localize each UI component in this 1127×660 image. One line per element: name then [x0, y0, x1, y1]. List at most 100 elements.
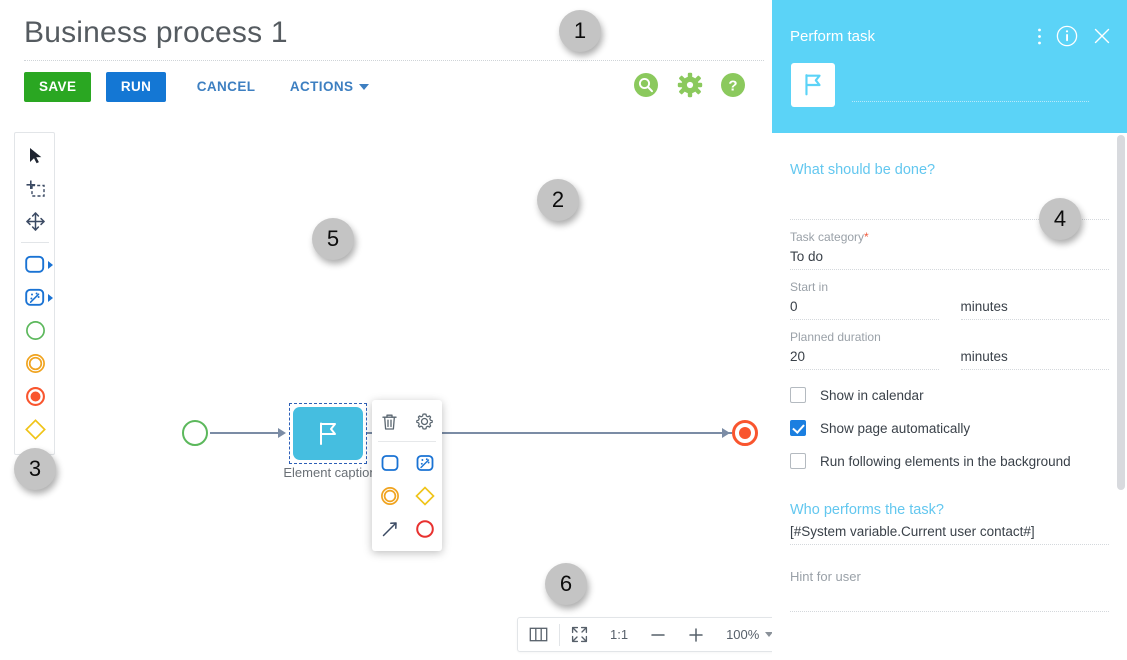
help-icon[interactable]: ?	[720, 72, 746, 98]
svg-text:?: ?	[728, 78, 737, 95]
process-canvas[interactable]: Element caption	[70, 120, 770, 600]
performer-input[interactable]: [#System variable.Current user contact#]	[790, 524, 1109, 545]
annotation-badge-2: 2	[537, 179, 579, 221]
checkbox-show-in-calendar[interactable]: Show in calendar	[790, 387, 1109, 403]
script-task-flyout-arrow-icon[interactable]	[48, 293, 53, 302]
context-menu-divider	[378, 441, 436, 442]
pointer-tool-icon[interactable]	[15, 139, 56, 172]
hint-for-user-input[interactable]	[790, 611, 1109, 612]
connector-arrowhead-icon	[278, 428, 286, 438]
checkbox-box[interactable]	[790, 453, 806, 469]
close-icon[interactable]	[1092, 26, 1112, 51]
start-in-label: Start in	[790, 280, 829, 294]
zoom-in-button[interactable]	[677, 618, 715, 651]
end-event-shape-icon[interactable]	[15, 380, 56, 413]
hint-for-user-label: Hint for user	[790, 569, 861, 584]
checkbox-label: Show page automatically	[820, 420, 971, 436]
start-event-node[interactable]	[182, 420, 208, 446]
task-shape[interactable]	[293, 407, 363, 460]
task-shape-icon[interactable]	[372, 446, 407, 479]
panel-header: Perform task	[772, 0, 1127, 133]
actions-dropdown[interactable]: ACTIONS	[282, 72, 378, 102]
script-task-shape-icon[interactable]	[407, 446, 442, 479]
intermediate-event-shape-icon[interactable]	[15, 347, 56, 380]
checkbox-box[interactable]	[790, 387, 806, 403]
columns-layout-icon[interactable]	[518, 618, 559, 651]
field-planned-duration: Planned duration 20 minutes	[790, 330, 1109, 370]
required-asterisk: *	[864, 230, 869, 244]
info-icon[interactable]	[1056, 25, 1078, 52]
context-menu-row-shapes-2	[372, 479, 442, 512]
chevron-down-icon	[359, 84, 370, 91]
field-start-in: Start in 0 minutes	[790, 280, 1109, 320]
perform-task-node[interactable]	[289, 403, 367, 464]
task-shape-icon[interactable]	[15, 248, 56, 281]
title-divider	[24, 60, 764, 61]
checkbox-box[interactable]	[790, 420, 806, 436]
panel-header-actions	[1037, 25, 1112, 52]
connector-arrowhead-icon-2	[722, 428, 730, 438]
cancel-button[interactable]: CANCEL	[189, 72, 264, 102]
task-category-value[interactable]: To do	[790, 249, 1109, 270]
section-heading-who: Who performs the task?	[790, 502, 944, 518]
properties-panel: Perform task What should be done? Task c…	[772, 0, 1127, 660]
zoom-out-button[interactable]	[639, 618, 677, 651]
start-event-shape-icon[interactable]	[15, 314, 56, 347]
zoom-level-label: 100%	[726, 627, 760, 642]
marquee-select-tool-icon[interactable]	[15, 172, 56, 205]
context-menu-row-shapes-1	[372, 446, 442, 479]
actual-size-button[interactable]: 1:1	[599, 618, 639, 651]
annotation-badge-5: 5	[312, 218, 354, 260]
checkbox-label: Show in calendar	[820, 387, 924, 403]
fit-to-screen-icon[interactable]	[560, 618, 599, 651]
delete-icon[interactable]	[372, 405, 407, 438]
planned-duration-input[interactable]: 20	[790, 349, 939, 370]
end-event-node[interactable]	[732, 420, 758, 446]
editor-area: Business process 1 SAVE RUN CANCEL ACTIO…	[0, 0, 786, 660]
context-menu-row-shapes-3	[372, 512, 442, 545]
kebab-menu-icon[interactable]	[1037, 27, 1042, 51]
panel-scrollbar[interactable]	[1117, 135, 1125, 490]
end-event-shape-icon[interactable]	[407, 512, 442, 545]
panel-title: Perform task	[790, 28, 876, 45]
flag-icon	[805, 74, 821, 96]
flag-icon	[320, 422, 336, 445]
settings-gear-icon[interactable]	[407, 405, 442, 438]
checkbox-show-page-automatically[interactable]: Show page automatically	[790, 420, 1109, 436]
annotation-badge-6: 6	[545, 563, 587, 605]
connector-arrow-icon[interactable]	[372, 512, 407, 545]
checkbox-run-following-in-background[interactable]: Run following elements in the background	[790, 453, 1109, 469]
header-icon-group: ?	[620, 72, 746, 98]
element-context-menu	[372, 400, 442, 551]
save-button[interactable]: SAVE	[24, 72, 92, 102]
section-heading-what: What should be done?	[790, 162, 936, 178]
shape-palette	[14, 132, 55, 455]
pan-move-tool-icon[interactable]	[15, 205, 56, 238]
field-performer: [#System variable.Current user contact#]	[790, 524, 1109, 545]
start-in-unit[interactable]: minutes	[960, 299, 1109, 320]
planned-duration-label: Planned duration	[790, 330, 881, 344]
connector-start-to-task[interactable]	[210, 432, 280, 434]
annotation-badge-1: 1	[559, 10, 601, 52]
annotation-badge-4: 4	[1039, 198, 1081, 240]
zoom-toolbar: 1:1 100%	[517, 617, 786, 652]
process-designer-window: Business process 1 SAVE RUN CANCEL ACTIO…	[0, 0, 1127, 660]
search-icon[interactable]	[633, 72, 659, 98]
palette-divider	[20, 242, 49, 243]
annotation-badge-3: 3	[14, 448, 56, 490]
gateway-shape-icon[interactable]	[407, 479, 442, 512]
gateway-shape-icon[interactable]	[15, 413, 56, 446]
checkbox-label: Run following elements in the background	[820, 453, 1071, 469]
script-task-shape-icon[interactable]	[15, 281, 56, 314]
element-name-input[interactable]	[852, 88, 1089, 102]
task-flyout-arrow-icon[interactable]	[48, 260, 53, 269]
planned-duration-unit[interactable]: minutes	[960, 349, 1109, 370]
intermediate-event-shape-icon[interactable]	[372, 479, 407, 512]
element-type-tile[interactable]	[791, 63, 835, 107]
gear-icon[interactable]	[677, 72, 703, 98]
start-in-input[interactable]: 0	[790, 299, 939, 320]
run-button[interactable]: RUN	[105, 72, 167, 102]
actions-label: ACTIONS	[289, 79, 354, 94]
main-toolbar: SAVE RUN CANCEL ACTIONS	[24, 72, 377, 102]
context-menu-row-actions	[372, 405, 442, 438]
